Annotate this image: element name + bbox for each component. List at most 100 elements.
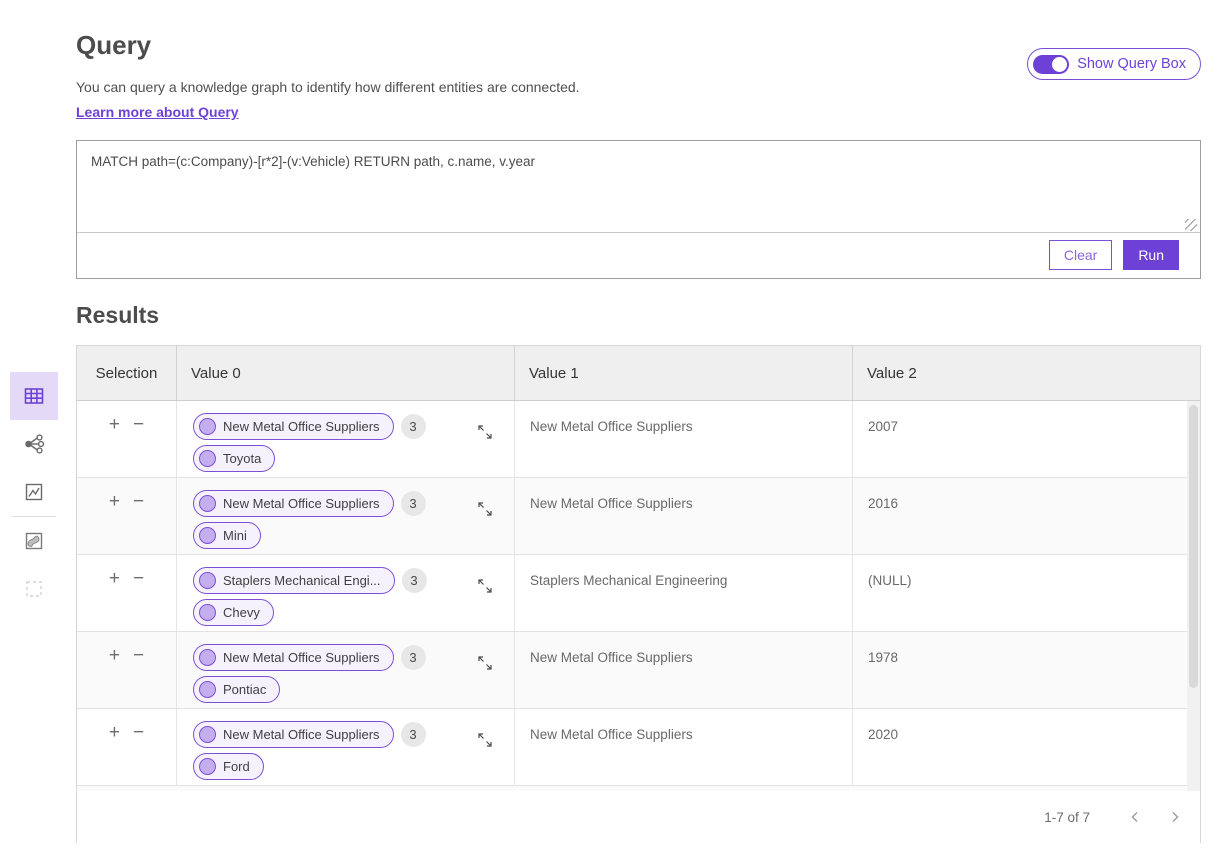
show-query-box-toggle[interactable]: Show Query Box: [1027, 48, 1201, 80]
results-view-toolbar: [10, 372, 58, 613]
value2-cell: (NULL): [853, 555, 1200, 631]
table-body: + − New Metal Office Suppliers 3 Toyota: [77, 401, 1200, 791]
add-to-selection-button[interactable]: +: [109, 416, 120, 434]
value2-cell: 2007: [853, 401, 1200, 477]
vehicle-dot-icon: [199, 527, 216, 544]
remove-from-selection-button[interactable]: −: [133, 647, 144, 665]
selection-cell: + −: [77, 632, 177, 708]
expand-path-icon[interactable]: [476, 500, 494, 518]
selection-cell: + −: [77, 555, 177, 631]
selection-tool-button: [10, 565, 58, 613]
value2-cell: 2016: [853, 478, 1200, 554]
vertical-scrollbar[interactable]: [1187, 401, 1200, 791]
vehicle-pill-label: Chevy: [223, 605, 260, 620]
entity-dot-icon: [199, 649, 216, 666]
add-to-selection-button[interactable]: +: [109, 493, 120, 511]
vehicle-pill[interactable]: Pontiac: [193, 676, 280, 703]
value1-cell: New Metal Office Suppliers: [515, 478, 853, 554]
link-chart-view-button[interactable]: [10, 420, 58, 468]
remove-from-selection-button[interactable]: −: [133, 724, 144, 742]
vehicle-pill-label: Ford: [223, 759, 250, 774]
entity-pill-label: New Metal Office Suppliers: [223, 727, 380, 742]
entity-pill[interactable]: New Metal Office Suppliers: [193, 644, 394, 671]
path-cell: New Metal Office Suppliers 3 Mini: [177, 478, 515, 554]
value2-cell: 1978: [853, 632, 1200, 708]
table-row: + − New Metal Office Suppliers 3 Toyota: [77, 401, 1200, 478]
expand-path-icon[interactable]: [476, 423, 494, 441]
entity-dot-icon: [199, 495, 216, 512]
query-box: MATCH path=(c:Company)-[r*2]-(v:Vehicle)…: [76, 140, 1201, 279]
textarea-resize-handle[interactable]: [1185, 219, 1197, 231]
expand-path-icon[interactable]: [476, 577, 494, 595]
results-table: Selection Value 0 Value 1 Value 2 + − Ne…: [76, 345, 1201, 843]
entity-dot-icon: [199, 572, 216, 589]
remove-from-selection-button[interactable]: −: [133, 416, 144, 434]
map-view-button[interactable]: [10, 517, 58, 565]
path-cell: New Metal Office Suppliers 3 Toyota: [177, 401, 515, 477]
path-count-badge: 3: [401, 491, 426, 516]
path-count-badge: 3: [401, 645, 426, 670]
table-icon: [22, 384, 46, 408]
vehicle-dot-icon: [199, 604, 216, 621]
path-count-badge: 3: [402, 568, 427, 593]
query-input[interactable]: MATCH path=(c:Company)-[r*2]-(v:Vehicle)…: [77, 141, 1200, 233]
column-header-value2: Value 2: [853, 346, 1200, 400]
learn-more-link[interactable]: Learn more about Query: [76, 104, 239, 120]
table-view-button[interactable]: [10, 372, 58, 420]
table-footer: 1-7 of 7: [77, 791, 1200, 843]
remove-from-selection-button[interactable]: −: [133, 493, 144, 511]
value1-cell: New Metal Office Suppliers: [515, 632, 853, 708]
vehicle-pill-label: Pontiac: [223, 682, 266, 697]
vehicle-dot-icon: [199, 450, 216, 467]
column-header-value1: Value 1: [515, 346, 853, 400]
value1-cell: New Metal Office Suppliers: [515, 709, 853, 785]
entity-dot-icon: [199, 418, 216, 435]
table-row: + − New Metal Office Suppliers 3 Mini: [77, 478, 1200, 555]
table-row: + − Staplers Mechanical Engi... 3 Chevy: [77, 555, 1200, 632]
path-cell: Staplers Mechanical Engi... 3 Chevy: [177, 555, 515, 631]
entity-pill-label: New Metal Office Suppliers: [223, 650, 380, 665]
value1-cell: Staplers Mechanical Engineering: [515, 555, 853, 631]
marquee-icon: [22, 577, 46, 601]
entity-pill[interactable]: New Metal Office Suppliers: [193, 490, 394, 517]
vehicle-pill[interactable]: Mini: [193, 522, 261, 549]
previous-page-button[interactable]: [1124, 806, 1146, 828]
path-count-badge: 3: [401, 722, 426, 747]
entity-pill[interactable]: Staplers Mechanical Engi...: [193, 567, 395, 594]
selection-cell: + −: [77, 478, 177, 554]
entity-pill[interactable]: New Metal Office Suppliers: [193, 413, 394, 440]
clear-button[interactable]: Clear: [1049, 240, 1112, 270]
column-header-selection: Selection: [77, 346, 177, 400]
vehicle-pill[interactable]: Toyota: [193, 445, 275, 472]
add-to-selection-button[interactable]: +: [109, 647, 120, 665]
path-count-badge: 3: [401, 414, 426, 439]
column-header-value0: Value 0: [177, 346, 515, 400]
run-button[interactable]: Run: [1123, 240, 1179, 270]
expand-path-icon[interactable]: [476, 731, 494, 749]
page-description: You can query a knowledge graph to ident…: [76, 79, 1201, 95]
entity-pill[interactable]: New Metal Office Suppliers: [193, 721, 394, 748]
value2-cell: 2020: [853, 709, 1200, 785]
add-to-selection-button[interactable]: +: [109, 570, 120, 588]
vehicle-pill[interactable]: Ford: [193, 753, 264, 780]
table-header-row: Selection Value 0 Value 1 Value 2: [77, 346, 1200, 401]
expand-path-icon[interactable]: [476, 654, 494, 672]
remove-from-selection-button[interactable]: −: [133, 570, 144, 588]
query-actions: Clear Run: [1049, 240, 1179, 270]
table-row: [77, 786, 1200, 791]
chart-icon: [22, 480, 46, 504]
vehicle-pill-label: Mini: [223, 528, 247, 543]
chart-view-button[interactable]: [10, 468, 58, 516]
vehicle-pill-label: Toyota: [223, 451, 261, 466]
path-cell: New Metal Office Suppliers 3 Pontiac: [177, 632, 515, 708]
scrollbar-thumb[interactable]: [1189, 405, 1198, 688]
query-page: Query You can query a knowledge graph to…: [76, 0, 1201, 122]
toggle-switch-icon[interactable]: [1033, 55, 1069, 74]
path-cell: New Metal Office Suppliers 3 Ford: [177, 709, 515, 785]
vehicle-pill[interactable]: Chevy: [193, 599, 274, 626]
next-page-button[interactable]: [1164, 806, 1186, 828]
results-title: Results: [76, 302, 159, 329]
add-to-selection-button[interactable]: +: [109, 724, 120, 742]
link-chart-icon: [22, 432, 46, 456]
selection-cell: + −: [77, 709, 177, 785]
